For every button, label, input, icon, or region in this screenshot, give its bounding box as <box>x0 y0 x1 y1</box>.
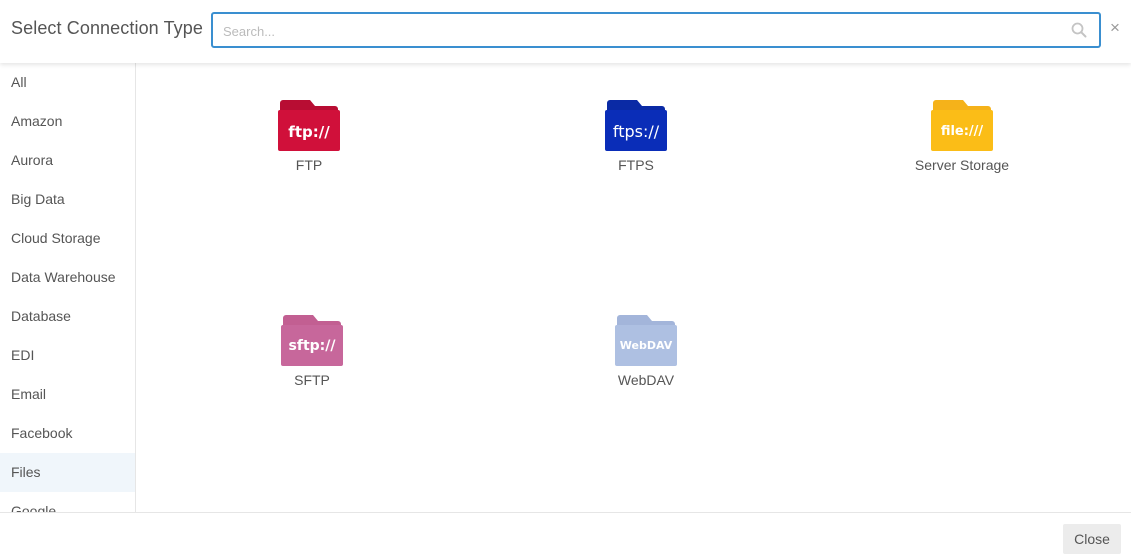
file-folder-icon: file:/// <box>931 100 993 151</box>
dialog-header: Select Connection Type × <box>0 0 1131 63</box>
connection-label: FTPS <box>618 157 654 173</box>
connection-server-storage[interactable]: file:/// Server Storage <box>882 97 1042 173</box>
sftp-folder-icon: sftp:// <box>281 315 343 366</box>
connection-label: WebDAV <box>617 372 675 388</box>
connection-ftp[interactable]: ftp:// FTP <box>229 97 389 173</box>
connection-label: SFTP <box>294 372 330 388</box>
sidebar-item-facebook[interactable]: Facebook <box>0 414 135 453</box>
ftps-folder-icon: ftps:// <box>605 100 667 151</box>
search-box[interactable] <box>211 12 1101 48</box>
svg-text:sftp://: sftp:// <box>289 338 337 354</box>
svg-text:ftps://: ftps:// <box>613 122 660 141</box>
connection-sftp[interactable]: sftp:// SFTP <box>232 312 392 388</box>
sidebar-item-aurora[interactable]: Aurora <box>0 141 135 180</box>
dialog-title: Select Connection Type <box>11 18 203 38</box>
close-icon[interactable]: × <box>1108 19 1122 36</box>
sidebar-item-big-data[interactable]: Big Data <box>0 180 135 219</box>
connection-ftps[interactable]: ftps:// FTPS <box>556 97 716 173</box>
close-button[interactable]: Close <box>1063 524 1121 554</box>
svg-text:WebDAV: WebDAV <box>620 339 673 352</box>
sidebar-item-google[interactable]: Google <box>0 492 135 512</box>
search-icon[interactable] <box>1071 22 1087 38</box>
sidebar-item-edi[interactable]: EDI <box>0 336 135 375</box>
svg-text:ftp://: ftp:// <box>288 123 330 141</box>
sidebar-item-database[interactable]: Database <box>0 297 135 336</box>
sidebar-item-all[interactable]: All <box>0 63 135 102</box>
connection-webdav[interactable]: WebDAV WebDAV <box>566 312 726 388</box>
sidebar-item-email[interactable]: Email <box>0 375 135 414</box>
sidebar-item-files[interactable]: Files <box>0 453 135 492</box>
sidebar-item-cloud-storage[interactable]: Cloud Storage <box>0 219 135 258</box>
category-sidebar: All Amazon Aurora Big Data Cloud Storage… <box>0 63 136 512</box>
connection-label: Server Storage <box>914 157 1010 173</box>
sidebar-item-amazon[interactable]: Amazon <box>0 102 135 141</box>
sidebar-item-data-warehouse[interactable]: Data Warehouse <box>0 258 135 297</box>
connection-grid: ftp:// FTP ftps:// FTPS file:/// Server … <box>136 63 1131 512</box>
dialog-footer: Close <box>0 512 1131 560</box>
search-input[interactable] <box>223 21 1063 41</box>
connection-label: FTP <box>295 157 323 173</box>
ftp-folder-icon: ftp:// <box>278 100 340 151</box>
svg-text:file:///: file:/// <box>941 124 984 139</box>
webdav-folder-icon: WebDAV <box>615 315 677 366</box>
